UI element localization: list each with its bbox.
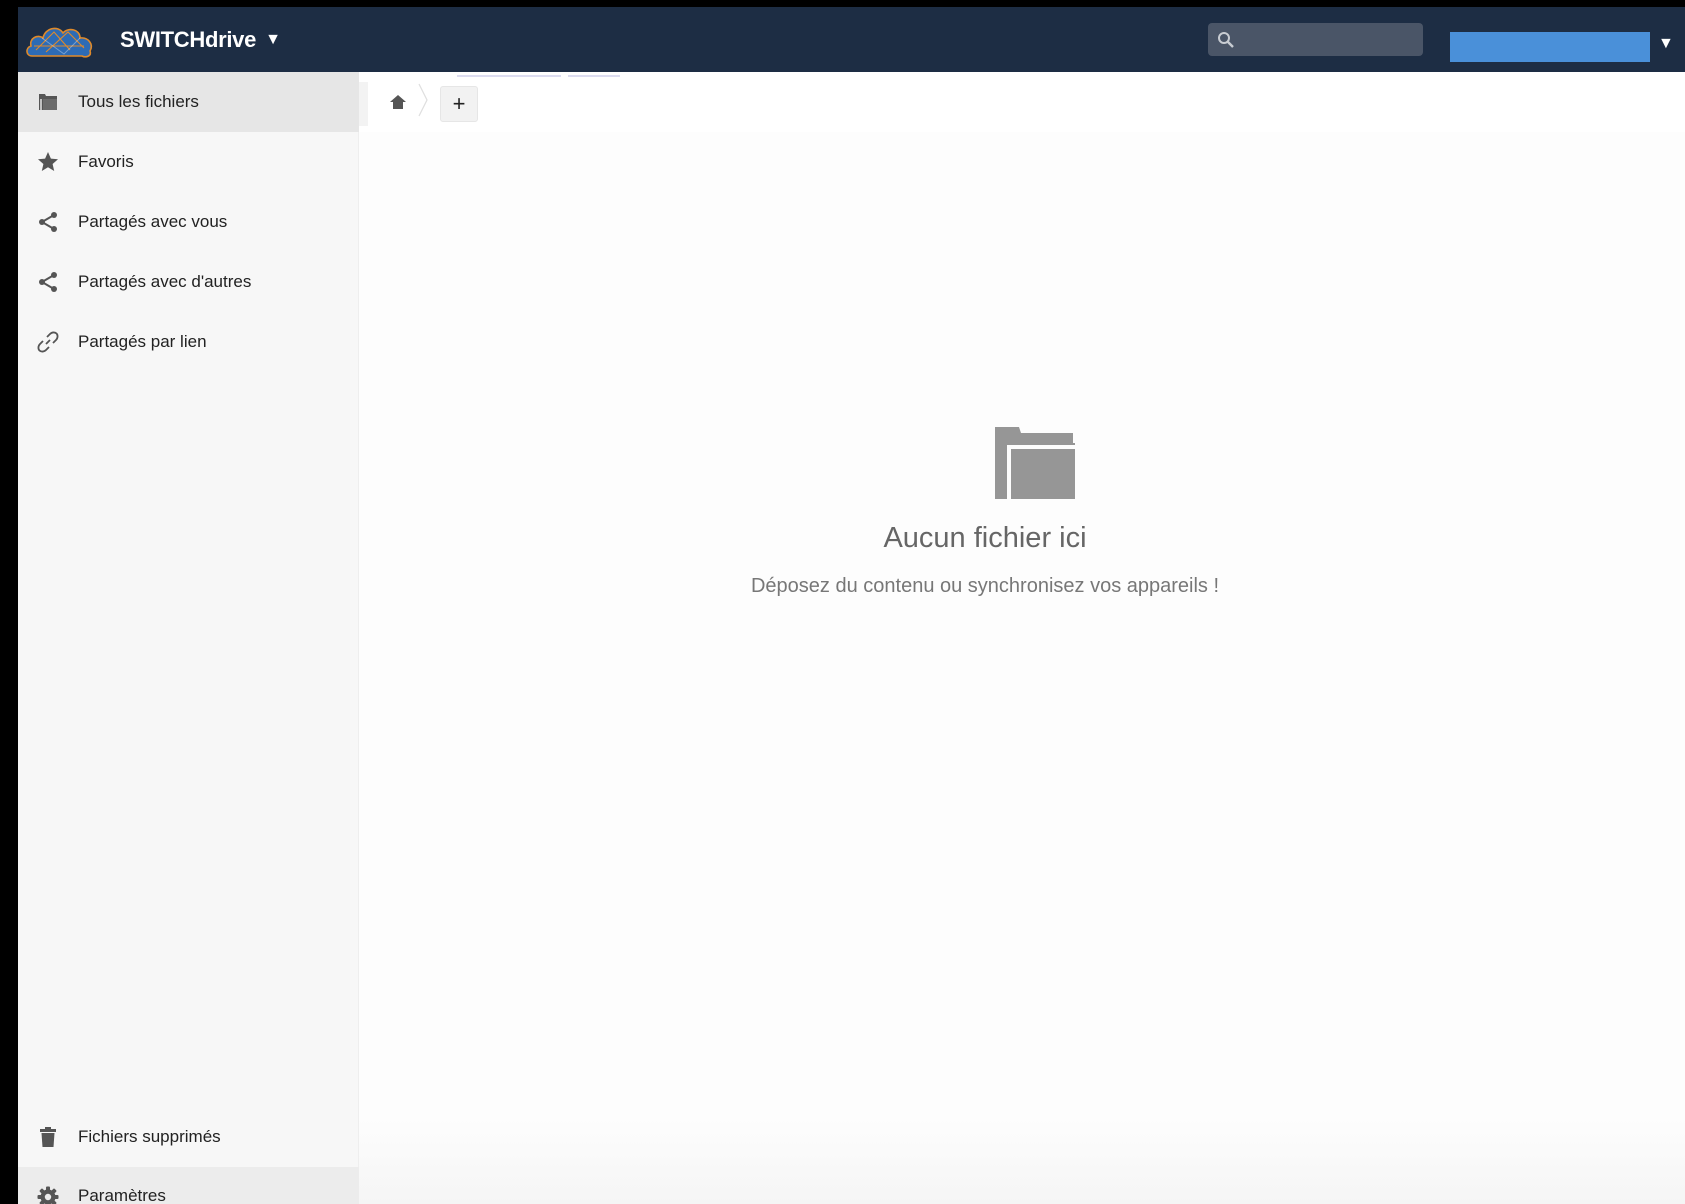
sidebar-item-shared-by-link[interactable]: Partagés par lien [18,312,359,372]
trash-icon [40,1127,56,1147]
empty-subtitle: Déposez du contenu ou synchronisez vos a… [750,575,1220,597]
share-icon [39,272,57,292]
cloud-logo-icon [26,27,93,58]
app-name: SWITCHdrive [120,27,257,52]
share-icon [39,212,57,232]
sidebar-item-settings[interactable]: Paramètres [18,1167,359,1204]
sidebar-item-favorites[interactable]: Favoris [18,132,359,192]
star-icon [38,152,58,171]
sidebar: Tous les fichiers Favoris Partagés avec … [18,72,359,1204]
empty-content: Aucun fichier ici Déposez du contenu ou … [359,132,1685,1204]
empty-title: Aucun fichier ici [883,522,1087,554]
gear-icon [37,1186,59,1204]
sidebar-item-trash[interactable]: Fichiers supprimés [18,1107,359,1167]
sidebar-item-label: Favoris [78,152,134,171]
top-header: SWITCHdrive ▼ ▼ [18,7,1685,72]
user-menu-caret-icon: ▼ [1658,35,1674,52]
controls-edge [359,82,368,126]
search-icon [1218,32,1234,48]
folder-icon [995,427,1075,499]
sidebar-item-shared-with-others[interactable]: Partagés avec d'autres [18,252,359,312]
folder-icon [39,94,57,110]
new-file-button[interactable]: + [440,86,478,122]
user-name [1450,32,1650,62]
app-menu-button[interactable]: SWITCHdrive ▼ [24,17,281,63]
search-box [1208,23,1423,58]
link-icon [37,331,59,353]
sidebar-item-label: Partagés avec vous [78,212,228,231]
user-menu[interactable]: ▼ [1450,32,1685,62]
app-menu-caret-icon: ▼ [265,31,281,48]
sidebar-item-shared-with-you[interactable]: Partagés avec vous [18,192,359,252]
breadcrumb-separator-icon [418,83,428,117]
sidebar-item-all-files[interactable]: Tous les fichiers [18,72,359,132]
app-window: SWITCHdrive ▼ ▼ Tous les fichiers Favori… [18,7,1685,1204]
tab-hint [568,75,620,77]
home-icon[interactable] [388,92,408,112]
sidebar-item-label: Partagés avec d'autres [78,272,252,291]
sidebar-item-label: Partagés par lien [78,332,207,351]
sidebar-item-label: Tous les fichiers [78,92,199,111]
sidebar-item-label: Fichiers supprimés [78,1127,221,1146]
files-controls-bar: + [359,72,1685,132]
sidebar-item-label: Paramètres [78,1186,166,1204]
tab-hint [457,75,561,77]
search-input[interactable] [1242,23,1421,58]
